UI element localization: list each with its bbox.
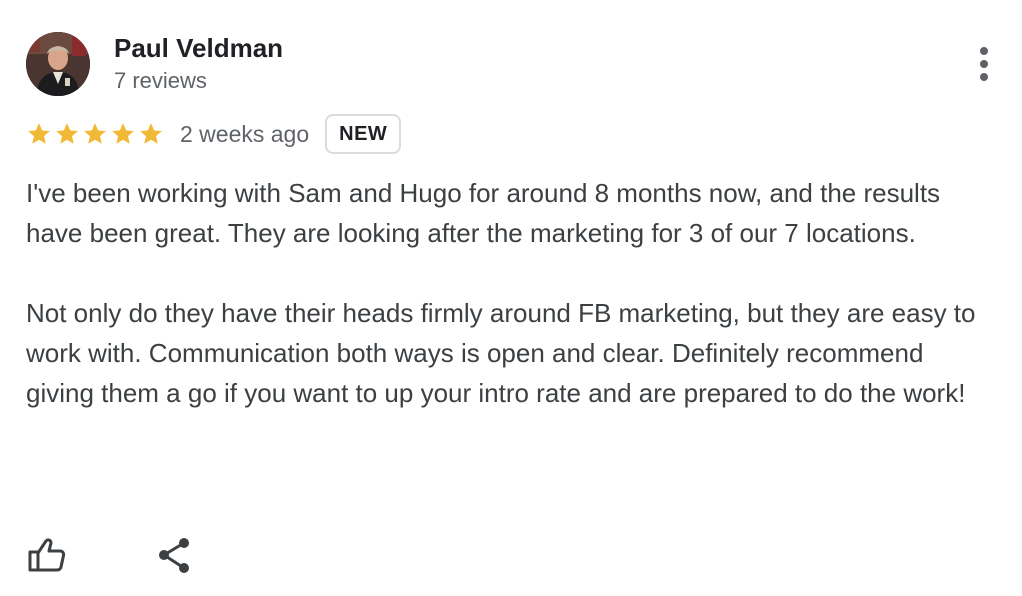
rating-row: 2 weeks ago NEW [26,112,402,156]
review-time: 2 weeks ago [180,120,310,147]
reviewer-name[interactable]: Paul Veldman [114,33,283,64]
reviewer-review-count[interactable]: 7 reviews [114,68,207,94]
more-vert-icon-dot [980,73,988,81]
star-icon [26,121,52,147]
thumb-up-icon [28,538,66,572]
review-paragraph: Not only do they have their heads firmly… [26,298,976,408]
review-text: I've been working with Sam and Hugo for … [26,173,986,413]
more-vert-icon-dot [980,47,988,55]
avatar[interactable] [26,32,90,96]
like-button[interactable] [24,533,68,577]
share-icon [159,538,189,573]
new-badge: NEW [325,114,402,154]
star-rating [26,121,164,147]
share-button[interactable] [152,533,196,577]
reviewer-photo-image [26,32,90,96]
star-icon [138,121,164,147]
star-icon [110,121,136,147]
more-vert-icon-dot [980,60,988,68]
star-icon [82,121,108,147]
more-options-button[interactable] [968,42,1000,86]
review-paragraph: I've been working with Sam and Hugo for … [26,178,941,248]
star-icon [54,121,80,147]
